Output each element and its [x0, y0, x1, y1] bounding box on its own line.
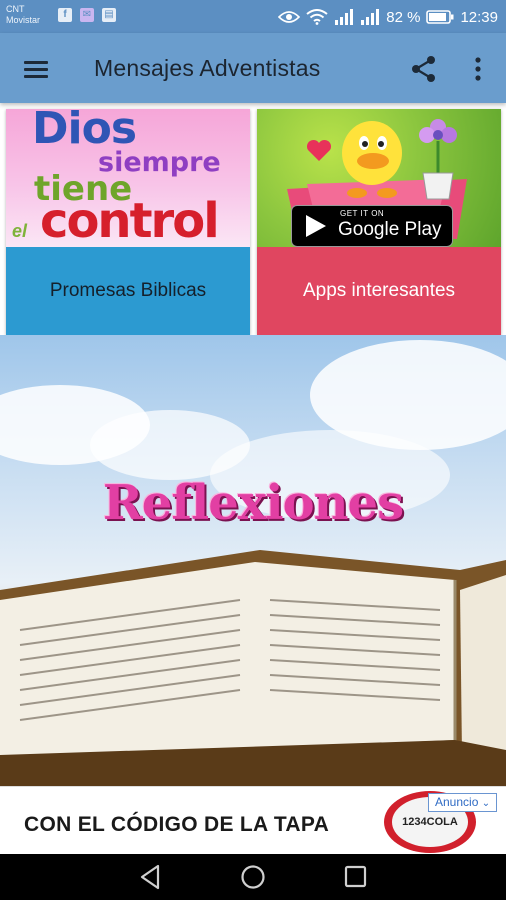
home-icon[interactable] — [238, 863, 268, 891]
card-image-apps: GET IT ON Google Play — [257, 109, 501, 247]
more-vert-icon[interactable] — [466, 53, 490, 85]
main-content: Dios siempre tiene control el Promesas B… — [0, 103, 506, 786]
clipboard-icon: ▤ — [102, 8, 116, 22]
ad-label[interactable]: Anuncio ⌄ — [428, 793, 498, 812]
chevron-down-icon: ⌄ — [481, 798, 491, 809]
clock: 12:39 — [460, 8, 498, 26]
image-word: control — [40, 193, 220, 247]
facebook-icon: f — [58, 8, 72, 22]
messenger-icon: ✉ — [80, 8, 94, 22]
carrier-line1: CNT — [6, 4, 25, 14]
back-icon[interactable] — [136, 863, 166, 891]
heart-icon — [306, 139, 332, 161]
ad-label-text: Anuncio — [435, 795, 479, 809]
duck-icon — [342, 121, 402, 198]
image-word: el — [12, 221, 28, 241]
bible-image — [0, 550, 506, 786]
google-play-badge: GET IT ON Google Play — [291, 205, 453, 247]
battery-percent: 82 % — [386, 8, 421, 26]
ad-banner[interactable]: CON EL CÓDIGO DE LA TAPA 1234COLA Anunci… — [0, 786, 506, 855]
reflexiones-banner[interactable]: Reflexiones — [0, 335, 506, 786]
app-title: Mensajes Adventistas — [94, 55, 321, 81]
carrier-line2: Movistar — [6, 15, 41, 25]
banner-title: Reflexiones — [102, 475, 404, 531]
share-icon[interactable] — [408, 53, 440, 85]
status-icons: 82 % 12:39 — [278, 6, 498, 28]
card-label: Promesas Biblicas — [6, 247, 250, 335]
wifi-icon — [306, 9, 328, 25]
app-bar: Mensajes Adventistas — [0, 33, 506, 103]
badge-small-text: GET IT ON — [340, 209, 385, 218]
carrier-info: CNT Movistar — [6, 4, 40, 26]
signal-icon — [361, 9, 380, 25]
card-apps-interesantes[interactable]: GET IT ON Google Play Apps interesantes — [257, 109, 501, 335]
signal-icon — [335, 9, 354, 25]
hamburger-icon[interactable] — [18, 55, 54, 83]
status-bar: CNT Movistar f ✉ ▤ 82 % 12:39 — [0, 0, 506, 33]
ad-text: CON EL CÓDIGO DE LA TAPA — [24, 813, 330, 836]
play-triangle-icon — [306, 215, 326, 237]
card-promesas-biblicas[interactable]: Dios siempre tiene control el Promesas B… — [6, 109, 250, 335]
card-label: Apps interesantes — [257, 247, 501, 335]
eye-icon — [278, 11, 301, 23]
battery-icon — [426, 10, 454, 24]
flower-icon — [419, 119, 457, 200]
badge-large-text: Google Play — [338, 219, 442, 240]
card-image-promesas: Dios siempre tiene control el — [6, 109, 250, 247]
recents-icon[interactable] — [340, 863, 370, 891]
system-nav-bar — [0, 854, 506, 900]
